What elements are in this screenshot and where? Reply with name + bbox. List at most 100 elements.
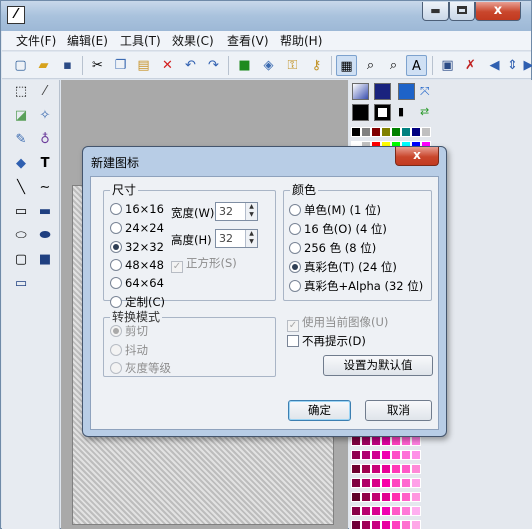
size-option-32[interactable]: 32×32 — [110, 239, 164, 255]
text-tool-icon[interactable]: A — [406, 55, 427, 76]
radio-selected-icon — [110, 325, 122, 337]
radio-selected-icon — [110, 241, 122, 253]
size-option-16[interactable]: 16×16 — [110, 201, 164, 217]
radio-icon — [110, 259, 122, 271]
color-option-alpha[interactable]: 真彩色+Alpha (32 位) — [289, 278, 423, 294]
ellipse-icon[interactable]: ⬭ — [10, 226, 32, 246]
width-spinner[interactable]: 32 ▲ ▼ — [215, 202, 258, 221]
dialog-close-button[interactable]: x — [395, 147, 439, 166]
redo-icon[interactable]: ↷ — [203, 55, 224, 76]
convert-option-dither[interactable]: 抖动 — [110, 342, 148, 358]
convert-option-grayscale[interactable]: 灰度等级 — [110, 360, 171, 376]
square-checkbox[interactable]: ✓ 正方形(S) — [171, 255, 237, 273]
filled-rectangle-icon[interactable]: ▬ — [34, 202, 56, 222]
arrow-right-icon[interactable]: ▶ — [518, 55, 532, 76]
cancel-button[interactable]: 取消 — [365, 400, 432, 421]
size-option-48[interactable]: 48×48 — [110, 257, 164, 273]
copy-icon[interactable]: ❐ — [110, 55, 131, 76]
zoom-in-icon[interactable]: ⌕ — [360, 55, 381, 76]
color-option-mono[interactable]: 单色(M) (1 位) — [289, 202, 381, 218]
menu-bar: 文件(F) 编辑(E) 工具(T) 效果(C) 查看(V) 帮助(H) — [2, 31, 531, 51]
width-label: 宽度(W) — [171, 206, 215, 220]
filled-ellipse-icon[interactable]: ⬬ — [34, 226, 56, 246]
dialog-body: 尺寸 16×16 24×24 32×32 48×48 64×64 定制(C) 宽… — [90, 176, 439, 430]
paste-icon[interactable]: ▤ — [133, 55, 154, 76]
lock-icon[interactable]: ⚿ — [282, 55, 303, 76]
height-spinner[interactable]: 32 ▲ ▼ — [215, 229, 258, 248]
minimize-button[interactable]: ▬ — [422, 2, 449, 21]
radio-icon — [110, 362, 122, 374]
dark-swatch[interactable] — [374, 83, 391, 100]
fill-bucket-icon[interactable]: ◆ — [10, 154, 32, 174]
tool-palette: ⬚ ⁄ ◪ ✧ ✎ ♁ ◆ T ╲ ∼ ▭ ▬ ⬭ ⬬ ▢ ■ ▭ — [2, 80, 60, 529]
line-icon[interactable]: ╲ — [10, 178, 32, 198]
zoom-out-icon[interactable]: ⌕ — [383, 55, 404, 76]
open-folder-icon[interactable]: ▰ — [33, 55, 54, 76]
rectangle-icon[interactable]: ▭ — [10, 202, 32, 222]
delete-icon[interactable]: ✕ — [157, 55, 178, 76]
filled-rounded-rect-icon[interactable]: ■ — [34, 250, 56, 270]
text-icon[interactable]: T — [34, 154, 56, 174]
use-current-image-checkbox[interactable]: ✓ 使用当前图像(U) — [287, 314, 388, 332]
set-default-button[interactable]: 设置为默认值 — [323, 355, 433, 376]
color-option-256[interactable]: 256 色 (8 位) — [289, 240, 376, 256]
chat-icon: ▮ — [398, 105, 405, 118]
size-option-64[interactable]: 64×64 — [110, 275, 164, 291]
color-option-16[interactable]: 16 色(O) (4 位) — [289, 221, 387, 237]
menu-view[interactable]: 查看(V) — [227, 33, 269, 49]
spinner-arrows-icon[interactable]: ▲ ▼ — [245, 203, 257, 220]
size-legend: 尺寸 — [112, 183, 137, 197]
undo-icon[interactable]: ↶ — [180, 55, 201, 76]
size-option-custom[interactable]: 定制(C) — [110, 294, 165, 310]
background-color[interactable] — [374, 104, 391, 121]
curve-icon[interactable]: ∼ — [34, 178, 56, 198]
swap-icon[interactable]: ⤧ — [420, 83, 437, 100]
maximize-button[interactable] — [449, 2, 475, 21]
checkbox-icon — [287, 335, 299, 347]
menu-help[interactable]: 帮助(H) — [280, 33, 322, 49]
gradient-swatch[interactable] — [352, 83, 369, 100]
radio-icon — [289, 280, 301, 292]
no-prompt-checkbox[interactable]: 不再提示(D) — [287, 333, 366, 349]
eraser-icon[interactable]: ◪ — [10, 106, 32, 126]
magic-wand-icon[interactable]: ✧ — [34, 106, 56, 126]
layer-icon[interactable]: ■ — [234, 55, 255, 76]
eyedropper-icon[interactable]: ⁄ — [34, 82, 56, 102]
radio-icon — [289, 242, 301, 254]
menu-edit[interactable]: 编辑(E) — [67, 33, 108, 49]
unlock-icon[interactable]: ⚷ — [306, 55, 327, 76]
menu-tools[interactable]: 工具(T) — [120, 33, 161, 49]
grid-icon[interactable]: ▦ — [336, 55, 357, 76]
rounded-rect-icon[interactable]: ▢ — [10, 250, 32, 270]
radio-selected-icon — [289, 261, 301, 273]
color-option-truecolor[interactable]: 真彩色(T) (24 位) — [289, 259, 397, 275]
title-bar: ⁄ ▬ x — [1, 1, 531, 31]
frame-icon[interactable]: ▭ — [10, 274, 32, 294]
icon-file-icon[interactable]: ▣ — [437, 55, 458, 76]
menu-file[interactable]: 文件(F) — [16, 33, 56, 49]
spinner-arrows-icon[interactable]: ▲ ▼ — [245, 230, 257, 247]
foreground-color[interactable] — [352, 104, 369, 121]
maximize-icon — [457, 6, 467, 14]
menu-effects[interactable]: 效果(C) — [172, 33, 214, 49]
ok-button[interactable]: 确定 — [288, 400, 351, 421]
cut-icon[interactable]: ✂ — [87, 55, 108, 76]
remove-image-icon[interactable]: ✗ — [460, 55, 481, 76]
radio-icon — [110, 222, 122, 234]
convert-option-cut[interactable]: 剪切 — [110, 323, 148, 339]
select-rect-icon[interactable]: ⬚ — [10, 82, 32, 102]
blue-swatch[interactable] — [398, 83, 415, 100]
save-icon[interactable]: ▪ — [57, 55, 78, 76]
palette-bottom[interactable] — [351, 435, 433, 529]
checkmark-icon: ✓ — [287, 320, 299, 332]
radio-icon — [110, 296, 122, 308]
width-value: 32 — [219, 205, 233, 218]
close-button[interactable]: x — [475, 2, 521, 21]
exchange-icon[interactable]: ⇄ — [420, 104, 437, 121]
cube-icon[interactable]: ◈ — [258, 55, 279, 76]
new-file-icon[interactable]: ▢ — [10, 55, 31, 76]
size-option-24[interactable]: 24×24 — [110, 220, 164, 236]
toolbar: ▢ ▰ ▪ ✂ ❐ ▤ ✕ ↶ ↷ ■ ◈ ⚿ ⚷ ▦ ⌕ ⌕ A ▣ ✗ ◀ … — [2, 52, 532, 79]
brush-icon[interactable]: ♁ — [34, 130, 56, 150]
pencil-icon[interactable]: ✎ — [10, 130, 32, 150]
